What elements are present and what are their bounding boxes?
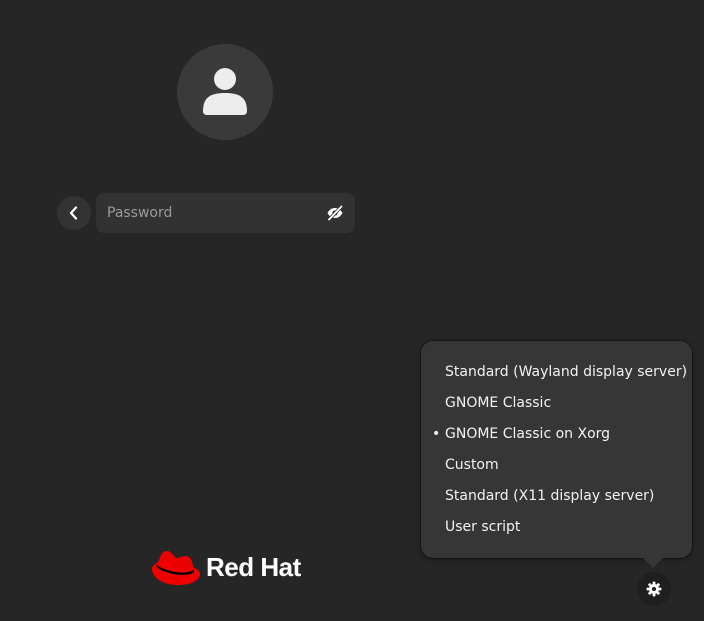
red-hat-logo-icon (152, 551, 200, 585)
brand-name: Red Hat (206, 551, 301, 582)
session-item-label: GNOME Classic (445, 395, 552, 411)
session-item-label: Standard (Wayland display server) (445, 364, 688, 380)
user-avatar-icon (203, 68, 247, 115)
session-item-gnome-classic[interactable]: GNOME Classic (421, 388, 692, 419)
gear-icon (646, 581, 662, 597)
session-item-label: GNOME Classic on Xorg (445, 426, 611, 442)
session-item-custom[interactable]: Custom (421, 450, 692, 481)
session-item-standard-wayland[interactable]: Standard (Wayland display server) (421, 357, 692, 388)
password-input[interactable] (96, 193, 316, 233)
brand-logo: Red Hat (150, 547, 301, 587)
session-menu: Standard (Wayland display server) GNOME … (421, 341, 692, 568)
session-item-gnome-classic-xorg[interactable]: • GNOME Classic on Xorg (421, 419, 692, 450)
selected-bullet-icon: • (432, 426, 441, 442)
session-item-label: User script (445, 519, 521, 535)
chevron-left-icon (69, 206, 78, 220)
session-item-user-script[interactable]: User script (421, 512, 692, 543)
session-item-label: Standard (X11 display server) (445, 488, 655, 504)
user-avatar (177, 44, 273, 140)
reveal-password-button[interactable] (325, 203, 345, 223)
popover-arrow (643, 558, 663, 568)
password-field-container (96, 193, 355, 233)
session-settings-button[interactable] (637, 572, 671, 606)
session-item-label: Custom (445, 457, 499, 473)
session-item-standard-x11[interactable]: Standard (X11 display server) (421, 481, 692, 512)
eye-crossed-icon (327, 205, 344, 221)
back-button[interactable] (57, 196, 91, 230)
